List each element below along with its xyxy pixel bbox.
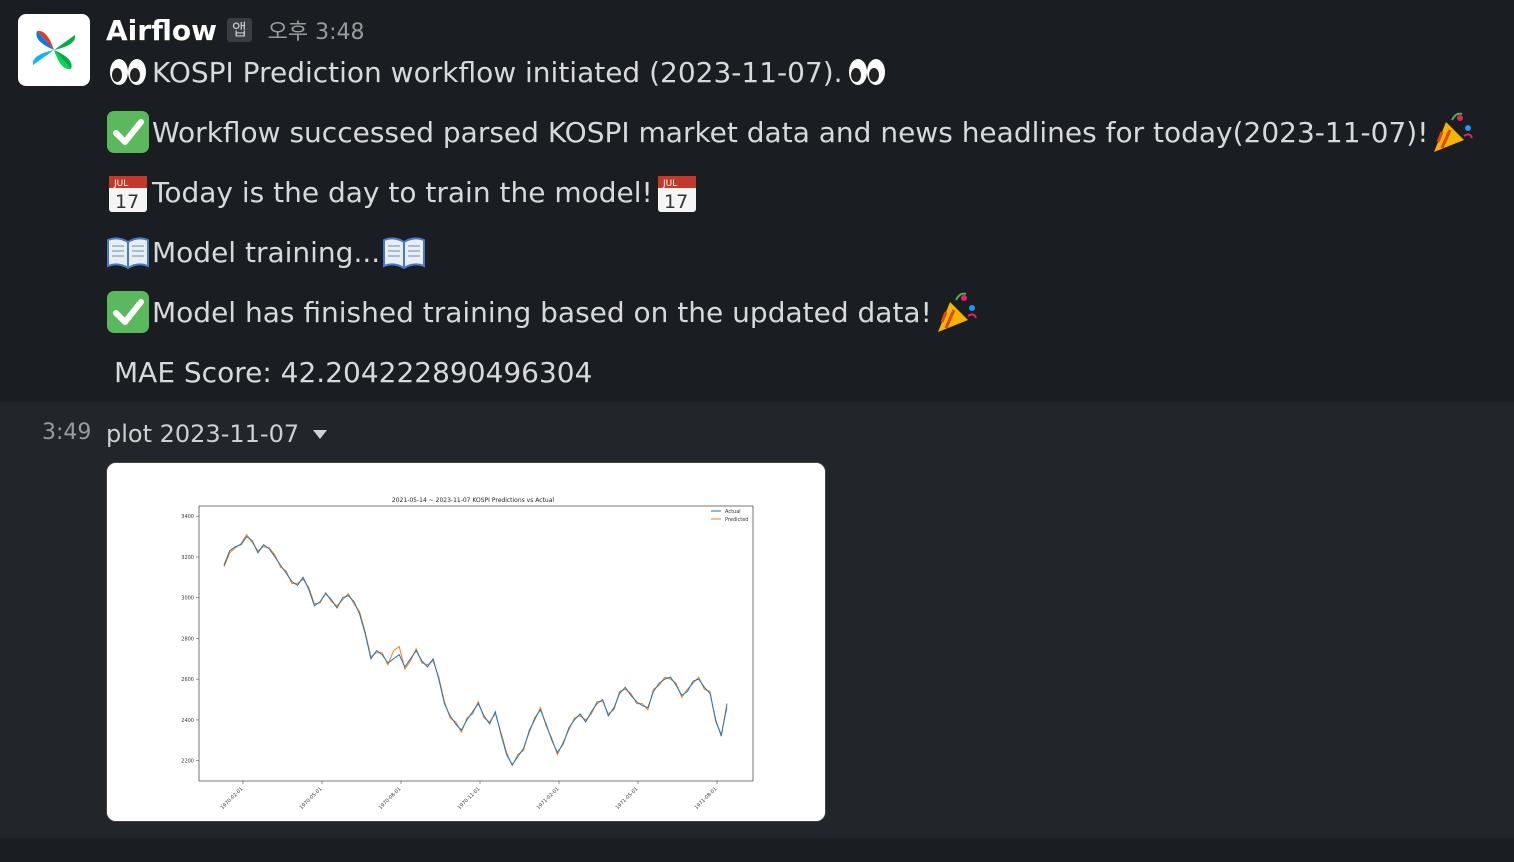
airflow-avatar[interactable] <box>18 14 90 86</box>
message-time[interactable]: 오후 3:48 <box>268 14 365 46</box>
attachment-name[interactable]: plot 2023-11-07 <box>106 420 299 448</box>
check-mark-emoji-icon <box>106 110 150 154</box>
svg-text:JUL: JUL <box>662 179 677 189</box>
pinwheel-logo-icon <box>32 30 76 70</box>
message-line-5: Model has finished training based on the… <box>106 290 978 334</box>
calendar-emoji-icon: JUL 17 <box>655 170 699 214</box>
mae-score-text: MAE Score: 42.204222890496304 <box>114 355 593 389</box>
attachment-time[interactable]: 3:49 <box>42 420 91 445</box>
message-line-3: JUL 17 Today is the day to train the mode… <box>106 170 699 214</box>
plot-image-card[interactable]: 2021-05-14 ~ 2023-11-07 KOSPI Prediction… <box>106 462 826 822</box>
svg-text:17: 17 <box>664 191 688 213</box>
party-popper-emoji-icon <box>934 290 978 334</box>
y-tick-label: 3000 <box>181 596 194 602</box>
eyes-emoji-icon <box>845 50 889 94</box>
check-mark-emoji-icon <box>106 290 150 334</box>
y-tick-label: 3200 <box>181 555 194 561</box>
eyes-emoji-icon <box>106 50 150 94</box>
party-popper-emoji-icon <box>1430 110 1474 154</box>
calendar-emoji-icon: JUL 17 <box>106 170 150 214</box>
y-tick-label: 3400 <box>181 514 194 520</box>
message-block: Airflow 앱 오후 3:48 KOSPI Prediction workf… <box>0 0 1514 402</box>
y-tick-label: 2200 <box>181 759 194 765</box>
kospi-chart: 2021-05-14 ~ 2023-11-07 KOSPI Prediction… <box>107 463 825 821</box>
svg-text:17: 17 <box>115 191 139 213</box>
open-book-emoji-icon <box>382 230 426 274</box>
message-text: Model training... <box>152 235 381 269</box>
message-line-1: KOSPI Prediction workflow initiated (202… <box>106 50 889 94</box>
y-tick-label: 2800 <box>181 636 194 642</box>
message-text: Model has finished training based on the… <box>152 295 932 329</box>
attachment-title: plot 2023-11-07 <box>106 416 328 452</box>
message-text: Today is the day to train the model! <box>152 175 653 209</box>
message-header: Airflow 앱 오후 3:48 <box>106 10 365 50</box>
message-text: Workflow successed parsed KOSPI market d… <box>152 115 1429 149</box>
svg-text:JUL: JUL <box>113 179 128 189</box>
app-badge: 앱 <box>226 18 252 42</box>
y-tick-label: 2400 <box>181 718 194 724</box>
open-book-emoji-icon <box>106 230 150 274</box>
sender-name[interactable]: Airflow <box>106 14 217 47</box>
message-text: KOSPI Prediction workflow initiated (202… <box>152 55 843 89</box>
message-line-6: MAE Score: 42.204222890496304 <box>114 350 592 394</box>
chart-title: 2021-05-14 ~ 2023-11-07 KOSPI Prediction… <box>392 497 554 504</box>
message-line-4: Model training... <box>106 230 426 274</box>
legend-actual-label: Actual <box>725 509 741 515</box>
message-line-2: Workflow successed parsed KOSPI market d… <box>106 110 1474 154</box>
legend-predicted-label: Predicted <box>725 517 748 523</box>
footer-strip <box>0 838 1514 862</box>
y-tick-label: 2600 <box>181 677 194 683</box>
caret-down-icon[interactable] <box>313 429 328 439</box>
